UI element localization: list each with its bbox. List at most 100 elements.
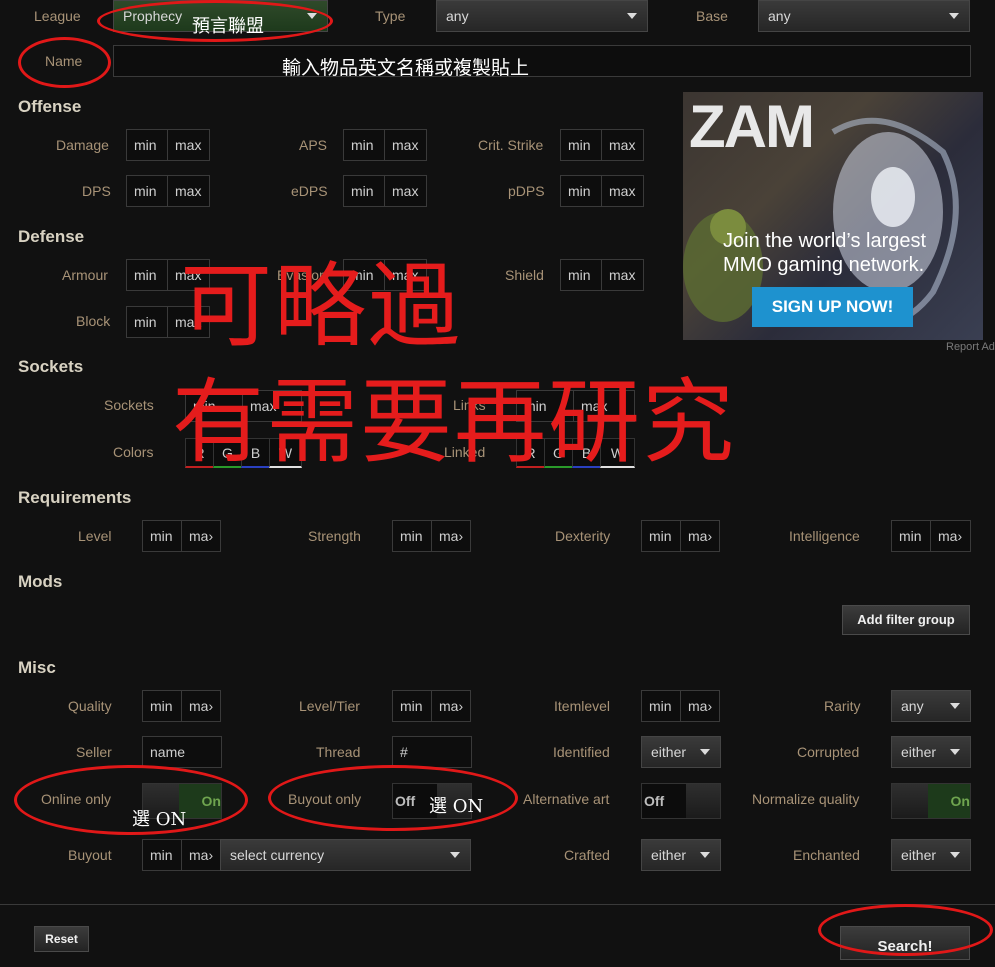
evasion-max-input[interactable]: max — [384, 259, 427, 291]
edps-max-input[interactable]: max — [384, 175, 427, 207]
strength-max-input[interactable]: ma› — [431, 520, 471, 552]
pdps-max-input[interactable]: max — [601, 175, 644, 207]
seller-input[interactable]: name — [142, 736, 222, 768]
ad-signup-button[interactable]: SIGN UP NOW! — [752, 287, 913, 327]
rarity-select[interactable]: any — [891, 690, 971, 722]
aps-min-input[interactable]: min — [343, 129, 385, 161]
currency-value: select currency — [230, 847, 325, 863]
thread-label: Thread — [316, 744, 361, 760]
requirements-title: Requirements — [18, 488, 132, 507]
colors-b-input[interactable]: B — [241, 438, 270, 468]
linked-b-input[interactable]: B — [572, 438, 601, 468]
type-label: Type — [375, 8, 406, 24]
pdps-min-input[interactable]: min — [560, 175, 602, 207]
quality-max-input[interactable]: ma› — [181, 690, 221, 722]
dps-min-input[interactable]: min — [126, 175, 168, 207]
crafted-select[interactable]: either — [641, 839, 721, 871]
identified-select[interactable]: either — [641, 736, 721, 768]
level-tier-max-input[interactable]: ma› — [431, 690, 471, 722]
buyout-only-label: Buyout only — [288, 791, 362, 807]
links-min-input[interactable]: min — [516, 390, 574, 422]
colors-label: Colors — [113, 444, 154, 460]
colors-w-input[interactable]: W — [269, 438, 302, 468]
buyout-max-input[interactable]: ma› — [181, 839, 221, 871]
level-max-input[interactable]: ma› — [181, 520, 221, 552]
thread-input[interactable]: # — [392, 736, 472, 768]
offense-title: Offense — [18, 97, 82, 116]
damage-min-input[interactable]: min — [126, 129, 168, 161]
edps-min-input[interactable]: min — [343, 175, 385, 207]
sockets-max-input[interactable]: max — [242, 390, 302, 422]
links-label: Links — [453, 397, 486, 413]
reset-button[interactable]: Reset — [34, 926, 89, 952]
block-max-input[interactable]: max — [167, 306, 210, 338]
level-tier-label: Level/Tier — [299, 698, 360, 714]
linked-g-input[interactable]: G — [544, 438, 573, 468]
links-max-input[interactable]: max — [573, 390, 635, 422]
colors-r-input[interactable]: R — [185, 438, 214, 468]
buyout-min-input[interactable]: min — [142, 839, 182, 871]
sockets-min-input[interactable]: min — [185, 390, 243, 422]
rarity-value: any — [901, 698, 924, 714]
add-filter-group-button[interactable]: Add filter group — [842, 605, 970, 635]
shield-min-input[interactable]: min — [560, 259, 602, 291]
itemlevel-min-input[interactable]: min — [641, 690, 681, 722]
toggle-on-label: On — [928, 784, 970, 818]
block-label: Block — [76, 313, 111, 329]
dexterity-max-input[interactable]: ma› — [680, 520, 720, 552]
type-select[interactable]: any — [436, 0, 648, 32]
colors-g-input[interactable]: G — [213, 438, 242, 468]
level-tier-min-input[interactable]: min — [392, 690, 432, 722]
damage-max-input[interactable]: max — [167, 129, 210, 161]
name-input[interactable] — [113, 45, 971, 77]
pdps-label: pDPS — [508, 183, 545, 199]
alternative-art-toggle[interactable]: Off — [641, 783, 721, 819]
sockets-title: Sockets — [18, 357, 84, 376]
dps-max-input[interactable]: max — [167, 175, 210, 207]
block-min-input[interactable]: min — [126, 306, 168, 338]
strength-min-input[interactable]: min — [392, 520, 432, 552]
base-label: Base — [696, 8, 728, 24]
search-button[interactable]: Search! — [840, 926, 970, 960]
armour-min-input[interactable]: min — [126, 259, 168, 291]
chevron-down-icon — [700, 852, 710, 858]
chevron-down-icon — [450, 852, 460, 858]
sockets-label: Sockets — [104, 397, 154, 413]
corrupted-label: Corrupted — [797, 744, 860, 760]
level-min-input[interactable]: min — [142, 520, 182, 552]
annotation-league-note: 預言聯盟 — [192, 16, 264, 37]
chevron-down-icon — [307, 13, 317, 19]
buyout-label: Buyout — [68, 847, 112, 863]
dps-label: DPS — [82, 183, 111, 199]
linked-w-input[interactable]: W — [600, 438, 635, 468]
aps-max-input[interactable]: max — [384, 129, 427, 161]
evasion-min-input[interactable]: min — [343, 259, 385, 291]
quality-min-input[interactable]: min — [142, 690, 182, 722]
intelligence-min-input[interactable]: min — [891, 520, 931, 552]
itemlevel-max-input[interactable]: ma› — [680, 690, 720, 722]
defense-title: Defense — [18, 227, 85, 246]
shield-label: Shield — [505, 267, 544, 283]
corrupted-select[interactable]: either — [891, 736, 971, 768]
shield-max-input[interactable]: max — [601, 259, 644, 291]
base-select[interactable]: any — [758, 0, 970, 32]
crit-max-input[interactable]: max — [601, 129, 644, 161]
identified-label: Identified — [553, 744, 610, 760]
dexterity-min-input[interactable]: min — [641, 520, 681, 552]
strength-label: Strength — [308, 528, 361, 544]
zam-ad-banner[interactable]: ZAM Join the world’s largest MMO gaming … — [683, 92, 983, 340]
normalize-quality-toggle[interactable]: On — [891, 783, 971, 819]
damage-label: Damage — [56, 137, 109, 153]
currency-select[interactable]: select currency — [220, 839, 471, 871]
crit-label: Crit. Strike — [478, 137, 544, 153]
linked-r-input[interactable]: R — [516, 438, 545, 468]
enchanted-select[interactable]: either — [891, 839, 971, 871]
armour-max-input[interactable]: max — [167, 259, 210, 291]
report-ad-link[interactable]: Report Ad — [946, 341, 995, 353]
crafted-label: Crafted — [564, 847, 610, 863]
seller-label: Seller — [76, 744, 112, 760]
ad-line2: MMO gaming network. — [723, 254, 925, 276]
type-value: any — [446, 8, 469, 24]
intelligence-max-input[interactable]: ma› — [930, 520, 971, 552]
crit-min-input[interactable]: min — [560, 129, 602, 161]
